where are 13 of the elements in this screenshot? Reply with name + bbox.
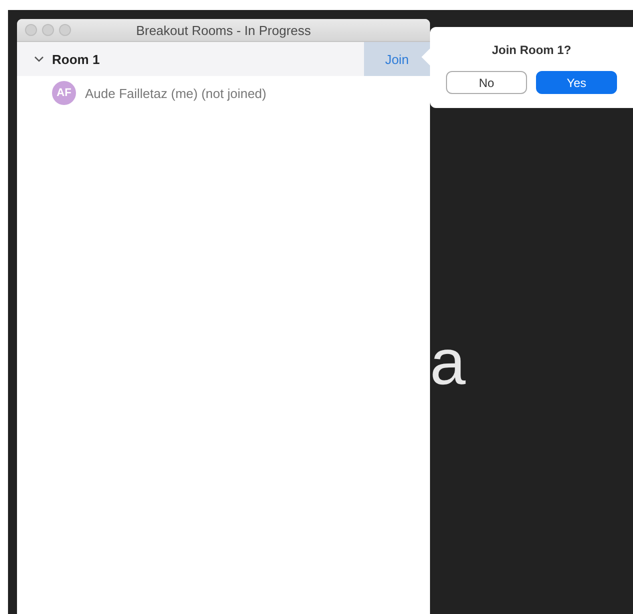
popover-title: Join Room 1?	[492, 43, 572, 57]
zoom-window-icon[interactable]	[59, 24, 71, 36]
window-title: Breakout Rooms - In Progress	[135, 22, 312, 38]
primary-button[interactable]: Yes	[536, 71, 617, 94]
minimize-window-icon[interactable]	[42, 24, 54, 36]
room-row[interactable]: Room 1 Join	[17, 42, 430, 76]
background-caption: a	[430, 330, 466, 394]
close-window-icon[interactable]	[25, 24, 37, 36]
room-name: Room 1	[52, 52, 101, 66]
secondary-button[interactable]: No	[446, 71, 527, 94]
avatar: AF	[52, 81, 76, 105]
participant-name: Aude Failletaz (me) (not joined)	[85, 86, 266, 100]
chevron-icon[interactable]	[34, 56, 44, 62]
